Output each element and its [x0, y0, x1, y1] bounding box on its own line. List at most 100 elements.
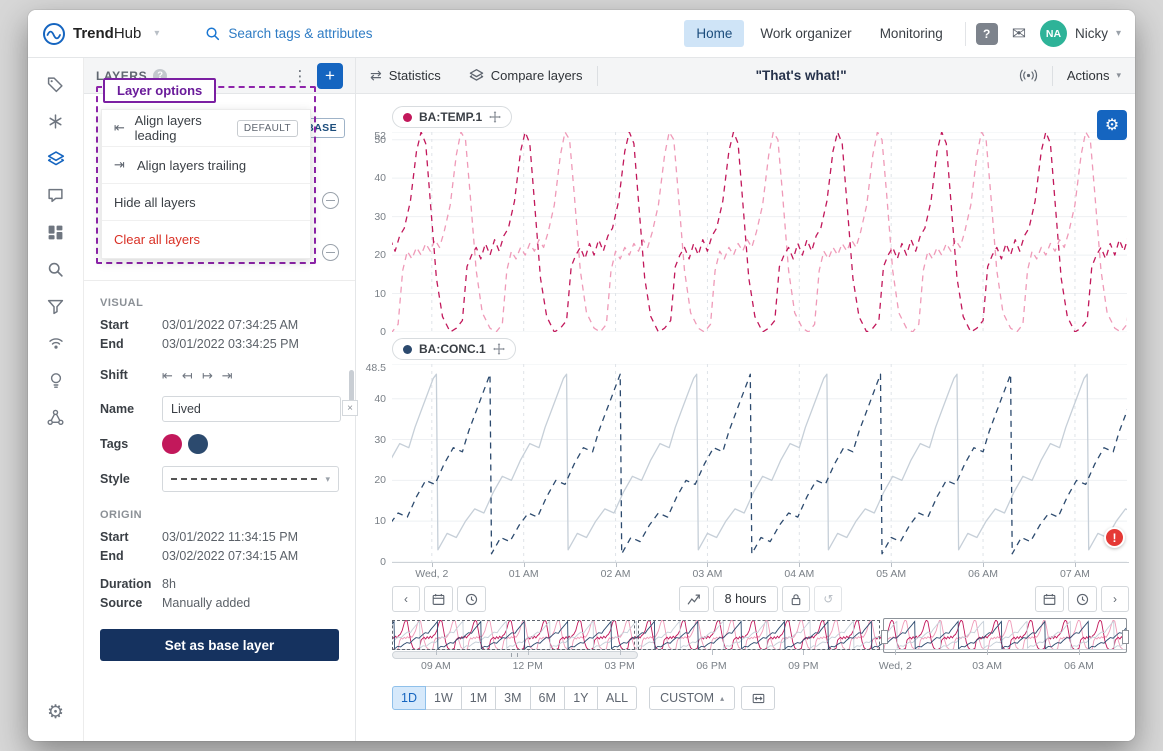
legend-chip-temp[interactable]: BA:TEMP.1: [392, 106, 512, 128]
layer-name-input[interactable]: [162, 396, 341, 422]
user-menu[interactable]: NA Nicky ▾: [1040, 20, 1121, 47]
pan-left-button[interactable]: ‹: [392, 586, 420, 612]
calendar-icon: [432, 593, 445, 606]
tags-label: Tags: [100, 436, 162, 453]
calendar-start-button[interactable]: [424, 586, 453, 612]
align-leading-icon: ⇤: [114, 120, 127, 136]
range-1y-button[interactable]: 1Y: [564, 686, 598, 710]
overview-axis: 09 AM12 PM03 PM06 PM09 PMWed, 203 AM06 A…: [392, 660, 1129, 674]
live-mode-button[interactable]: [1005, 58, 1052, 93]
lightbulb-icon[interactable]: [36, 362, 76, 399]
nav-item-home[interactable]: Home: [684, 20, 744, 47]
layer-origin-region[interactable]: [392, 620, 635, 650]
range-1d-button[interactable]: 1D: [392, 686, 426, 710]
overview-selection-window[interactable]: [883, 618, 1127, 653]
default-badge: DEFAULT: [237, 120, 298, 137]
shift-right-to-bar-icon[interactable]: ⇥: [222, 367, 233, 384]
calendar-icon: [1043, 593, 1056, 606]
pan-right-button[interactable]: ›: [1101, 586, 1129, 612]
style-label: Style: [100, 471, 162, 488]
broadcast-icon[interactable]: [36, 325, 76, 362]
gear-icon[interactable]: ⚙: [36, 694, 76, 731]
hide-layer-icon[interactable]: [322, 244, 339, 261]
hide-layer-icon[interactable]: [322, 192, 339, 209]
add-layer-button[interactable]: +: [317, 63, 343, 89]
tag-color-dot[interactable]: [162, 434, 182, 454]
search-input[interactable]: [228, 26, 448, 41]
menu-item-align-leading[interactable]: ⇤ Align layers leading DEFAULT: [102, 110, 310, 147]
range-1m-button[interactable]: 1M: [461, 686, 496, 710]
charts-area: ⚙ BA:TEMP.1 0102030405052: [356, 94, 1135, 741]
edit-timespan-icon[interactable]: [679, 586, 709, 612]
chart-temp-plot[interactable]: 0102030405052: [392, 132, 1129, 332]
custom-range-button[interactable]: CUSTOM ▴: [649, 686, 735, 710]
tags-icon[interactable]: [36, 66, 76, 103]
menu-item-clear-all-layers[interactable]: Clear all layers: [102, 221, 310, 258]
timeframe-picker-button[interactable]: [741, 686, 775, 710]
shift-left-icon[interactable]: ↤: [182, 367, 193, 384]
range-1w-button[interactable]: 1W: [425, 686, 462, 710]
chart-settings-button[interactable]: ⚙: [1097, 110, 1127, 140]
tag-color-dot[interactable]: [188, 434, 208, 454]
chevron-down-icon[interactable]: ▾: [154, 28, 159, 39]
brand-name: TrendHub: [73, 25, 141, 42]
clock-end-button[interactable]: [1068, 586, 1097, 612]
legend-chip-conc[interactable]: BA:CONC.1: [392, 338, 516, 360]
calculations-icon[interactable]: [36, 103, 76, 140]
search-icon[interactable]: [36, 251, 76, 288]
panel-scrollbar[interactable]: [349, 370, 354, 402]
shift-right-icon[interactable]: ↦: [202, 367, 213, 384]
origin-section-heading: ORIGIN: [84, 509, 355, 521]
duration-button[interactable]: 8 hours: [713, 586, 779, 612]
envelope-icon[interactable]: ✉: [1012, 24, 1026, 44]
brand[interactable]: TrendHub ▾: [42, 22, 159, 46]
statistics-button[interactable]: ⇄ Statistics: [356, 58, 455, 93]
help-icon[interactable]: ?: [976, 23, 998, 45]
layer-origin-region[interactable]: [638, 620, 881, 650]
drag-handle-icon[interactable]: [489, 111, 501, 123]
menu-item-hide-all-layers[interactable]: Hide all layers: [102, 184, 310, 221]
global-search[interactable]: [205, 26, 448, 41]
time-axis: Wed, 201 AM02 AM03 AM04 AM05 AM06 AM07 A…: [392, 562, 1129, 580]
range-6m-button[interactable]: 6M: [530, 686, 565, 710]
nav-item-work-organizer[interactable]: Work organizer: [748, 20, 863, 47]
lock-timespan-button[interactable]: [782, 586, 810, 612]
user-name: Nicky: [1075, 26, 1108, 41]
range-all-button[interactable]: ALL: [597, 686, 637, 710]
drag-handle-icon[interactable]: [493, 343, 505, 355]
layer-options-menu: Layer options ⇤ Align layers leading DEF…: [96, 86, 316, 264]
y-axis-temp: 0102030405052: [358, 132, 388, 332]
lock-icon: [790, 593, 802, 606]
compare-layers-icon: [469, 68, 484, 83]
compare-layers-button[interactable]: Compare layers: [455, 58, 597, 93]
statistics-icon: ⇄: [370, 67, 382, 84]
filter-icon[interactable]: [36, 288, 76, 325]
chevron-up-icon: ▴: [720, 694, 724, 703]
view-title: "That's what!": [598, 68, 1005, 83]
close-icon[interactable]: ×: [342, 400, 358, 416]
comments-icon[interactable]: [36, 177, 76, 214]
trendhub-logo-icon: [42, 22, 66, 46]
kebab-menu-icon[interactable]: ⋮: [289, 67, 311, 85]
shift-left-to-bar-icon[interactable]: ⇤: [162, 367, 173, 384]
calendar-end-button[interactable]: [1035, 586, 1064, 612]
series-color-dot: [403, 345, 412, 354]
overview-strip[interactable]: 09 AM12 PM03 PM06 PM09 PMWed, 203 AM06 A…: [392, 620, 1129, 676]
alert-badge[interactable]: !: [1104, 527, 1125, 548]
range-3m-button[interactable]: 3M: [495, 686, 530, 710]
legend-label: BA:CONC.1: [419, 342, 486, 356]
chart-conc-plot[interactable]: 01020304048.5 !: [392, 364, 1129, 562]
undo-icon[interactable]: ↺: [814, 586, 842, 612]
set-as-base-layer-button[interactable]: Set as base layer: [100, 629, 339, 661]
layers-icon[interactable]: [36, 140, 76, 177]
nav-item-monitoring[interactable]: Monitoring: [868, 20, 955, 47]
menu-item-align-trailing[interactable]: ⇥ Align layers trailing: [102, 147, 310, 184]
layer-shift-slider[interactable]: [392, 651, 638, 659]
live-broadcast-icon: [1019, 69, 1038, 82]
clock-start-button[interactable]: [457, 586, 486, 612]
dashboards-icon[interactable]: [36, 214, 76, 251]
chart-toolbar: ⇄ Statistics Compare layers "That's what…: [356, 58, 1135, 94]
network-icon[interactable]: [36, 399, 76, 436]
line-style-select[interactable]: ▾: [162, 466, 339, 492]
actions-button[interactable]: Actions ▾: [1053, 58, 1135, 93]
